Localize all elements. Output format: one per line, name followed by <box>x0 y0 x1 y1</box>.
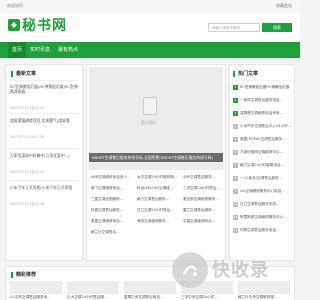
favorite-link[interactable]: 收藏此站 <box>276 3 292 9</box>
hot-item[interactable]: 日立空调售后服务热线... <box>240 202 292 207</box>
latest-date: 2023-07-21 06:11:39 <box>10 135 44 139</box>
reco-link[interactable]: 盈翠中央空调售后电话... <box>124 295 176 300</box>
hot-item[interactable]: 小米汽车空调售后中心24小时... <box>240 124 292 129</box>
rank-badge: 5 <box>233 137 238 142</box>
title-marker-icon <box>233 71 235 77</box>
rank-badge: 2 <box>233 98 238 103</box>
nav-home[interactable]: 首页 <box>8 42 27 58</box>
divider <box>232 80 292 81</box>
rank-badge: 10 <box>233 202 238 207</box>
hot-item[interactable]: 滦屏蓬空调维修电话号码... <box>240 111 292 116</box>
latest-date: 2023-07-21 06:11:39 <box>10 106 44 110</box>
featured-caption[interactable]: KBORT空调售后服务热线号码-全国免费(KBORT空调售后服务热线号码) <box>89 153 223 162</box>
grid-link[interactable]: 新飞空调维修电话... <box>91 186 133 191</box>
hot-item[interactable]: 阿里斯顿空调维修服务中心... <box>240 215 292 220</box>
grid-link[interactable]: 太平空调24小时维修服... <box>137 175 179 180</box>
divider <box>9 148 79 149</box>
reco-title: 精彩推荐 <box>16 272 37 278</box>
hot-item[interactable]: 利群空调售后服务电话... <box>240 228 292 233</box>
rank-badge: 9 <box>233 189 238 194</box>
grid-link[interactable]: 科龙(KELON)空调维... <box>137 186 179 191</box>
rank-badge: 3 <box>233 111 238 116</box>
rank-badge: 7 <box>233 163 238 168</box>
latest-item[interactable]: 小米汽车正式亮相(小米汽车正式亮相 <box>10 185 78 190</box>
image-placeholder-icon <box>143 97 157 115</box>
grid-link[interactable]: 格力空调售后服务... <box>137 197 179 202</box>
rank-badge: 12 <box>233 228 238 233</box>
grid-link[interactable]: 三菱空调全国维修... <box>91 197 133 202</box>
grid-link[interactable]: 格兰仕空调售后... <box>91 230 133 235</box>
grid-link[interactable]: AKB空调维修电话多少... <box>91 175 133 180</box>
rank-badge: 8 <box>233 176 238 181</box>
grid-link[interactable]: 长岭空调售后服务... <box>183 175 223 180</box>
search-button[interactable]: 搜索 <box>262 23 292 32</box>
hot-item[interactable]: 格力空调24小时客服电话... <box>240 163 292 168</box>
hot-item[interactable]: 一(人新品)空调售后服务... <box>240 176 292 181</box>
grid-link[interactable]: 奥克斯空调维修服务... <box>183 197 223 202</box>
reco-link[interactable]: 三洋中央空调24小时... <box>181 295 233 300</box>
reco-thumb[interactable] <box>67 281 119 294</box>
reco-thumb[interactable] <box>10 281 62 294</box>
grid-link[interactable]: 海信空调维修服务... <box>137 219 179 224</box>
welcome-text: 欢迎访问 <box>7 3 23 8</box>
divider <box>9 80 79 81</box>
rank-badge: 11 <box>233 215 238 220</box>
hot-title: 热门文章 <box>238 71 259 77</box>
nav-hot[interactable]: 最有热点 <box>58 42 78 58</box>
latest-date: 2023-07-21 06:11:39 <box>10 170 44 174</box>
hot-item[interactable]: vip空调维修服务中心电话... <box>240 189 292 194</box>
top-bar <box>0 0 300 14</box>
hot-item[interactable]: 一新风空调售后服务电话... <box>240 98 292 103</box>
rank-badge: 4 <box>233 124 238 129</box>
grid-link[interactable]: 科夏空调售后服务... <box>91 208 133 213</box>
grid-link[interactable]: 春兰空调售后维修... <box>183 208 223 213</box>
latest-item[interactable]: RC型弹簧阻尼器(RC弹簧阻尼器)RC型弹簧减振器 <box>10 84 78 94</box>
divider <box>9 113 79 114</box>
grid-link[interactable]: 日立空调24小时售后... <box>137 208 179 213</box>
hot-item[interactable]: 美菱(KOMA)空调售后服务... <box>240 137 292 142</box>
latest-item[interactable]: 滦屏蓬镇建楼项目,实现暖气(滦屏蓬 <box>10 118 78 123</box>
logo-icon <box>8 19 20 31</box>
latest-item[interactable]: 万家优惠网中秋聚中(万家优惠中...) <box>10 153 78 158</box>
search-input[interactable]: 请输入搜索关键词 <box>208 23 260 32</box>
reco-link[interactable]: LG中央空调售后服务电... <box>10 295 62 300</box>
reco-link[interactable]: 格兰仕中央空调维修服... <box>238 295 290 300</box>
image-placeholder-text: 暂无图片 <box>141 120 157 125</box>
title-marker-icon <box>11 272 13 278</box>
reco-thumb[interactable] <box>238 281 290 294</box>
rank-badge: 6 <box>233 150 238 155</box>
grid-link[interactable]: 志高空调维修网点... <box>183 219 223 224</box>
nav-realtime[interactable]: 实时讯息 <box>30 42 50 58</box>
grid-link[interactable]: 三洋空调24小时售后... <box>183 186 223 191</box>
hot-item[interactable]: RC型弹簧阻尼器RC弹簧阻尼器... <box>240 85 292 90</box>
grid-link[interactable]: 美菱空调维修电话... <box>91 219 133 224</box>
rank-badge: 1 <box>233 85 238 90</box>
divider <box>9 180 79 181</box>
latest-date: 2023-07-21 06:11:38 <box>10 202 44 206</box>
hot-item[interactable]: 万家优惠网空调维修中心... <box>240 150 292 155</box>
watermark-text: 快收录 <box>212 260 269 281</box>
watermark-icon <box>182 265 197 276</box>
title-marker-icon <box>11 71 13 77</box>
reco-thumb[interactable] <box>124 281 176 294</box>
latest-title: 最新文章 <box>16 71 37 77</box>
reco-link[interactable]: 丘大空调24小时售后服... <box>67 295 119 300</box>
site-logo[interactable]: 秘书网 <box>22 15 67 35</box>
